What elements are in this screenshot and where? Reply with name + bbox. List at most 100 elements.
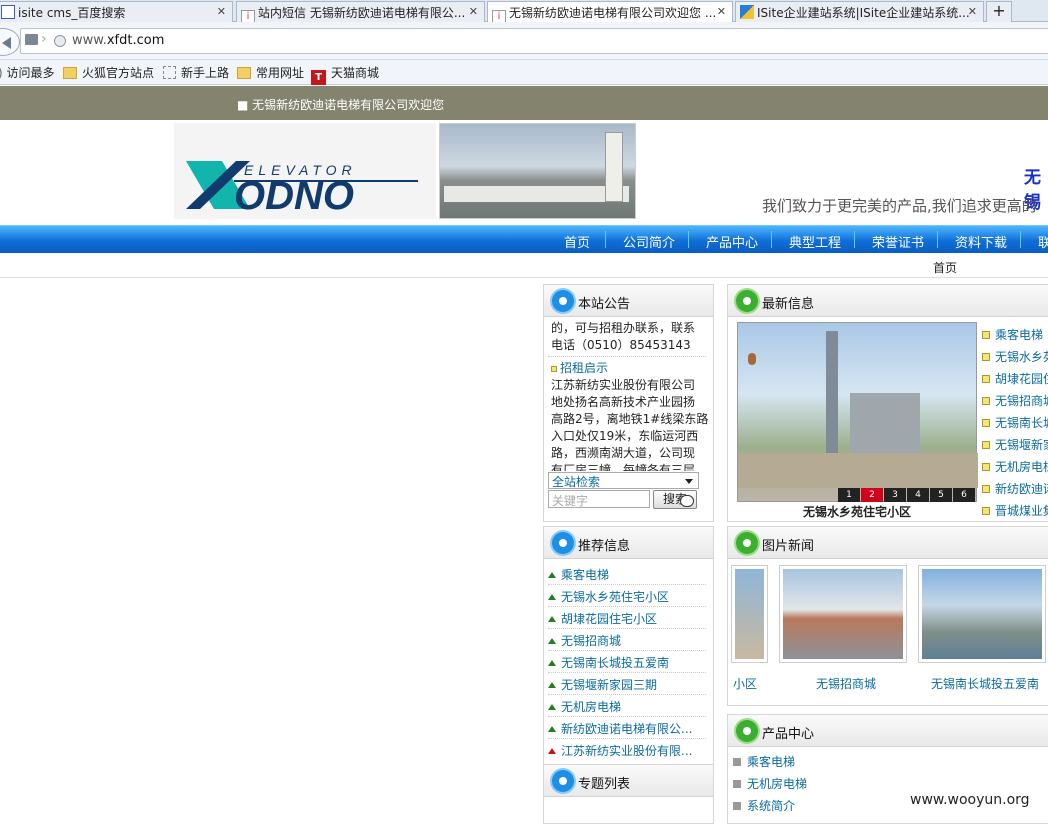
latest-item[interactable]: 新纺欧迪诺 [982,480,1048,497]
photo-label[interactable]: 小区 [733,675,757,692]
bullet-icon [982,441,990,449]
latest-item-label: 无锡堰新家 [995,438,1048,452]
arrow-icon [548,594,556,600]
close-icon[interactable]: ✕ [968,5,977,18]
bullet-icon [733,802,741,810]
nav-honors[interactable]: 荣誉证书 [872,232,924,251]
divider [548,716,706,717]
main-nav: 首页 公司简介 产品中心 典型工程 荣誉证书 资料下载 联 [0,225,1048,253]
latest-item[interactable]: 乘客电梯 [982,326,1043,343]
bookmark-getting-started[interactable]: 新手上路 [163,64,229,81]
product-item[interactable]: 无机房电梯 [733,775,807,792]
pager-6[interactable]: 6 [953,488,975,502]
tab-isite-cms[interactable]: ISite企业建站系统|ISite企业建站系统... ✕ [735,1,984,23]
search-scope-select[interactable]: 全站检索 [548,472,699,489]
gear-icon [552,532,574,554]
latest-item[interactable]: 无锡水乡苑 [982,348,1048,365]
address-text[interactable]: www.xfdt.com [72,33,164,48]
recommend-title: 推荐信息 [578,539,631,554]
photo-item[interactable] [779,565,907,663]
product-item[interactable]: 系统简介 [733,797,795,814]
address-prefix: www. [72,33,107,48]
latest-item[interactable]: 无机房电梯 [982,458,1048,475]
recommend-item-label: 无锡水乡苑住宅小区 [561,590,670,604]
latest-item[interactable]: 晋城煤业集 [982,502,1048,519]
sidebar-icon[interactable] [25,34,38,45]
recommend-item[interactable]: 江苏新纺实业股份有限... [548,742,692,759]
bullet-icon [982,419,990,427]
recommend-item[interactable]: 乘客电梯 [548,566,609,583]
gear-icon [736,720,758,742]
latest-item-label: 乘客电梯 [995,328,1044,342]
chevron-icon: ) [0,66,3,80]
latest-info-title: 最新信息 [762,297,815,312]
topics-panel: 专题列表 [543,764,714,824]
bookmark-firefox-official[interactable]: 火狐官方站点 [63,64,154,81]
latest-item[interactable]: 无锡招商城 [982,392,1048,409]
keyword-input[interactable]: 关键字 [548,490,650,508]
photo-item[interactable] [731,565,768,663]
recommend-item-label: 江苏新纺实业股份有限... [561,744,693,758]
tab-site-message[interactable]: i 站内短信 无锡新纺欧迪诺电梯有限公... ✕ [236,1,485,23]
news-slideshow[interactable] [737,322,978,502]
latest-item-label: 新纺欧迪诺 [995,482,1048,496]
arrow-icon [548,572,556,578]
slideshow-caption[interactable]: 无锡水乡苑住宅小区 [737,503,977,520]
latest-item[interactable]: 无锡南长城 [982,414,1048,431]
tab-active-site[interactable]: i 无锡新纺欧迪诺电梯有限公司欢迎您 ... ✕ [487,1,733,23]
bookmark-most-visited[interactable]: ) 访问最多 [0,64,55,81]
pager-1[interactable]: 1 [838,488,860,502]
notice-body-line: 路，西濒南湖大道，公司现 [551,446,696,460]
breadcrumb-home[interactable]: 首页 [933,259,957,276]
recommend-item[interactable]: 新纺欧迪诺电梯有限公... [548,720,692,737]
close-icon[interactable]: ✕ [217,5,226,18]
nav-projects[interactable]: 典型工程 [789,232,841,251]
navigation-toolbar: › www.xfdt.com [0,22,1048,60]
pager-5[interactable]: 5 [930,488,952,502]
recommend-item[interactable]: 无锡招商城 [548,632,621,649]
recommend-item[interactable]: 无机房电梯 [548,698,621,715]
company-logo[interactable]: ELEVATOR ODNO [174,123,436,219]
tower-shape [605,132,623,202]
latest-item[interactable]: 胡埭花园住 [982,370,1048,387]
notice-text-2: 电话（0510）85453143 [551,338,691,352]
globe-icon [54,35,66,47]
bookmark-tmall[interactable]: T 天猫商城 [311,64,379,85]
bullet-icon [982,485,990,493]
recommend-item[interactable]: 无锡水乡苑住宅小区 [548,588,669,605]
latest-item[interactable]: 无锡堰新家 [982,436,1048,453]
slogan: 我们致力于更完美的产品,我们追求更高的 [762,197,1037,215]
close-icon[interactable]: ✕ [717,5,726,18]
recommend-item[interactable]: 无锡堰新家园三期 [548,676,657,693]
new-tab-button[interactable]: + [986,1,1012,22]
divider [548,628,706,629]
photo-item[interactable] [918,565,1046,663]
tab-baidu-search[interactable]: isite cms_百度搜索 ✕ [0,1,233,23]
close-icon[interactable]: ✕ [469,5,478,18]
recommend-item[interactable]: 无锡南长城投五爱南 [548,654,669,671]
divider [548,672,706,673]
photo-label[interactable]: 无锡南长城投五爱南 [931,675,1039,692]
photo-label[interactable]: 无锡招商城 [816,675,876,692]
pager-4[interactable]: 4 [907,488,929,502]
bullet-icon [982,375,990,383]
latest-item-label: 无机房电梯 [995,460,1048,474]
product-item[interactable]: 乘客电梯 [733,753,795,770]
bullet-icon [982,353,990,361]
nav-divider [854,231,855,248]
nav-home[interactable]: 首页 [564,232,590,251]
latest-info-header: 最新信息 [728,285,1048,317]
tab-title: isite cms_百度搜索 [18,6,126,20]
nav-downloads[interactable]: 资料下载 [955,232,1007,251]
notice-item[interactable]: 招租启示 [551,360,608,377]
address-bar[interactable] [20,28,1048,54]
recommend-item[interactable]: 胡埭花园住宅小区 [548,610,657,627]
latest-item-label: 无锡南长城 [995,416,1048,430]
bookmark-common-sites[interactable]: 常用网址 [237,64,304,81]
nav-about[interactable]: 公司简介 [623,232,675,251]
pager-3[interactable]: 3 [884,488,906,502]
pager-2[interactable]: 2 [861,488,883,502]
nav-products[interactable]: 产品中心 [706,232,758,251]
back-button[interactable] [0,28,20,56]
nav-contact[interactable]: 联 [1038,232,1048,251]
